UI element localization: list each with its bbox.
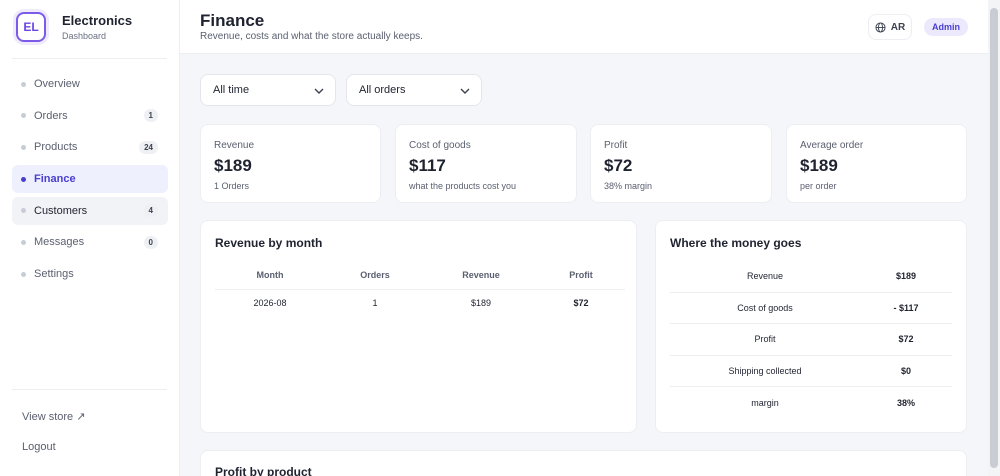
period-select-value: All time [213,84,250,96]
table-cell: $72 [573,298,589,309]
stat-value: $117 [409,156,446,175]
stat-subtext: what the products cost you [409,181,517,191]
list-item: Cost of goods - $117 [670,293,952,325]
sidebar-item-orders[interactable]: Orders 1 [12,102,168,130]
divider [12,58,167,59]
row-label: Profit [754,334,776,345]
row-value: $0 [900,366,911,377]
globe-icon [875,21,886,33]
profit-by-product-card: Profit by product [200,450,967,476]
sidebar-item-finance[interactable]: Finance [12,165,168,194]
brand-subtitle: Dashboard [62,31,107,41]
period-select[interactable]: All time [200,74,336,106]
sidebar-item-label: Customers [34,204,88,217]
revenue-by-month-table: Month Orders Revenue Profit 2026-08 1 $1… [215,261,625,317]
row-label: Shipping collected [728,366,802,377]
orders-select[interactable]: All orders [346,74,482,106]
list-item: Shipping collected $0 [670,356,952,388]
language-button[interactable]: AR [868,14,912,40]
card-title: Profit by product [215,465,312,476]
bullet-icon [21,239,26,245]
sidebar-item-messages[interactable]: Messages 0 [12,228,168,256]
row-label: Cost of goods [737,302,793,313]
scrollbar-thumb[interactable] [990,8,998,468]
table-row: 2026-08 1 $189 $72 [215,289,625,317]
sidebar-nav: Overview Orders 1 Products 24 Finance Cu… [12,70,168,292]
brand-name: Electronics [62,13,133,28]
sidebar: EL Electronics Dashboard Overview Orders… [0,0,180,476]
logout-link[interactable]: Logout [22,441,56,453]
sidebar-item-label: Finance [34,173,76,186]
stat-label: Revenue [214,140,255,151]
page-header: Finance Revenue, costs and what the stor… [180,0,988,54]
sidebar-item-products[interactable]: Products 24 [12,133,168,161]
money-breakdown-card: Where the money goes Revenue $189 Cost o… [655,220,967,433]
stat-card-revenue: Revenue $189 1 Orders [200,124,381,203]
row-value: $72 [898,334,914,345]
chevron-down-icon [314,88,324,94]
divider [12,389,167,390]
language-label: AR [890,21,906,33]
revenue-by-month-card: Revenue by month Month Orders Revenue Pr… [200,220,637,433]
bullet-icon [21,176,26,182]
brand-logo: EL [16,12,46,42]
stat-label: Profit [604,140,628,151]
row-label: Revenue [746,271,784,282]
stat-value: $72 [604,156,633,175]
table-header-row: Month Orders Revenue Profit [215,261,625,290]
page-subtitle: Revenue, costs and what the store actual… [200,31,423,42]
view-store-link[interactable]: View store ↗ [22,410,85,423]
bullet-icon [21,81,26,87]
count-badge: 0 [143,235,158,249]
list-item: margin 38% [670,387,952,419]
row-value: $189 [895,271,917,282]
column-header: Revenue [425,261,537,290]
bullet-icon [21,208,26,214]
sidebar-item-label: Overview [34,78,80,90]
card-title: Where the money goes [670,236,802,250]
card-title: Revenue by month [215,236,323,250]
sidebar-item-settings[interactable]: Settings [12,260,168,288]
count-badge: 1 [143,109,158,123]
orders-select-value: All orders [359,84,406,96]
stat-subtext: per order [800,181,837,191]
list-item: Profit $72 [670,324,952,356]
count-badge: 4 [143,204,158,218]
table-cell: 1 [372,298,378,309]
stat-label: Average order [800,140,864,151]
bullet-icon [21,271,26,277]
page-title: Finance [200,11,265,30]
chevron-down-icon [460,88,470,94]
table-cell: $189 [470,298,492,309]
list-item: Revenue $189 [670,261,952,293]
stat-card-average-order: Average order $189 per order [786,124,967,203]
stat-subtext: 38% margin [604,181,653,191]
bullet-icon [21,113,26,119]
stat-value: $189 [214,156,252,175]
column-header: Orders [325,261,425,290]
stat-card-profit: Profit $72 38% margin [590,124,772,203]
sidebar-item-customers[interactable]: Customers 4 [12,196,168,225]
count-badge: 24 [139,140,158,154]
sidebar-item-label: Settings [34,268,74,281]
row-label: margin [751,398,779,409]
row-value: - $117 [893,302,919,313]
sidebar-item-label: Orders [34,109,68,122]
column-header: Month [215,261,325,290]
column-header: Profit [537,261,625,290]
sidebar-item-overview[interactable]: Overview [12,70,168,98]
stat-value: $189 [800,156,838,175]
table-cell: 2026-08 [253,298,287,309]
row-value: 38% [896,398,915,409]
bullet-icon [21,144,26,150]
stat-subtext: 1 Orders [214,181,250,191]
stat-card-cost-of-goods: Cost of goods $117 what the products cos… [395,124,577,203]
sidebar-item-label: Products [34,141,78,154]
brand[interactable]: EL Electronics Dashboard [16,12,132,42]
stat-label: Cost of goods [409,140,471,151]
sidebar-item-label: Messages [34,236,85,249]
role-badge: Admin [924,18,968,36]
